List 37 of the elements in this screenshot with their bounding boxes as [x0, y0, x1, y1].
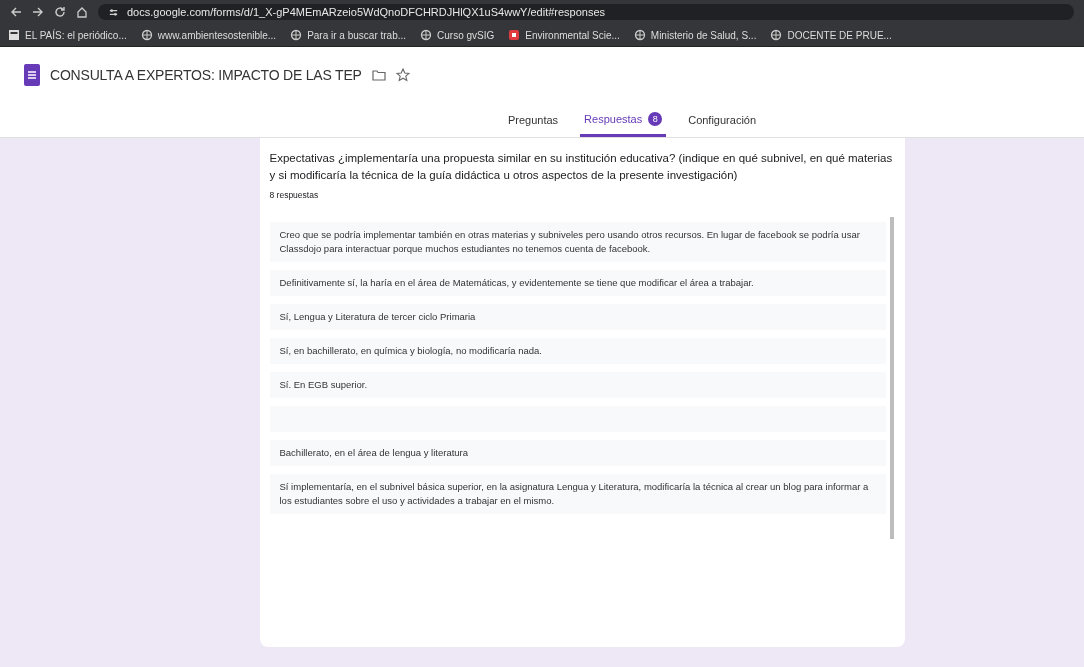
form-title[interactable]: CONSULTA A EXPERTOS: IMPACTO DE LAS TEP — [50, 67, 362, 83]
globe-icon — [633, 29, 646, 41]
reload-icon[interactable] — [54, 6, 66, 18]
folder-icon[interactable] — [371, 68, 386, 82]
response-count: 8 respuestas — [269, 190, 320, 200]
bookmark[interactable]: EL PAÍS: el periódico... — [8, 29, 127, 41]
response-row: Sí, Lengua y Literatura de tercer ciclo Primaria — [269, 304, 886, 330]
bookmark[interactable]: www.ambientesostenible... — [140, 29, 277, 41]
response-row: Sí. En EGB superior. — [269, 372, 886, 398]
forward-icon[interactable] — [32, 6, 44, 18]
response-row: Creo que se podría implementar también en otras materias y subniveles pero usando otros recursos. En lugar de facebook se podría usar Classdojo para interactuar porque muchos estudiantes no tenemos cuenta de facebook. — [269, 222, 886, 262]
bookmark[interactable]: Para ir a buscar trab... — [290, 29, 407, 41]
bookmark-logo-icon — [508, 29, 521, 41]
home-icon[interactable] — [76, 6, 88, 18]
globe-icon — [290, 29, 303, 41]
tab[interactable]: Configuración — [684, 114, 761, 137]
scrollbar-thumb[interactable] — [889, 217, 894, 539]
response-row: Sí, en bachillerato, en química y biología, no modificaría nada. — [269, 338, 886, 364]
response-row: Definitivamente sí, la haría en el área de Matemáticas, y evidentemente se tiene que modificar el área a trabajar. — [269, 270, 886, 296]
bookmark[interactable]: Ministerio de Salud, S... — [633, 29, 757, 41]
response-row: Sí implementaría, en el subnivel básica superior, en la asignatura Lengua y Literatura, modificaría la técnica al crear un blog para informar a los estudiantes sobre el uso y actividades a trabajar en el mismo. — [269, 474, 886, 514]
response-row: Bachillerato, en el área de lengua y literatura — [269, 440, 886, 466]
star-icon[interactable] — [395, 68, 410, 82]
tab[interactable]: Preguntas — [503, 114, 563, 137]
bookmark[interactable]: DOCENTE DE PRUE... — [770, 29, 892, 41]
site-settings-icon[interactable] — [108, 6, 119, 18]
back-icon[interactable] — [10, 6, 22, 18]
newspaper-icon — [8, 29, 20, 41]
globe-icon — [420, 29, 433, 41]
forms-logo-icon[interactable] — [24, 64, 40, 86]
bookmark[interactable]: Curso gvSIG — [420, 29, 495, 41]
count-badge: 8 — [648, 112, 663, 126]
question-text: Expectativas ¿implementaría una propuesta similar en su institución educativa? (indique en qué subnivel, en qué materias y si modificaría la técnica de la guía didáctica u otros aspectos de la presente investigación) — [269, 151, 894, 183]
bookmark[interactable]: Environmental Scie... — [508, 29, 620, 41]
globe-icon — [770, 29, 783, 41]
address-bar[interactable]: docs.google.com/forms/d/1_X-gP4MEmARzeio5WdQnoDFCHRDJHlQX1uS4wwY/edit#responses — [98, 4, 1074, 20]
globe-icon — [140, 29, 153, 41]
